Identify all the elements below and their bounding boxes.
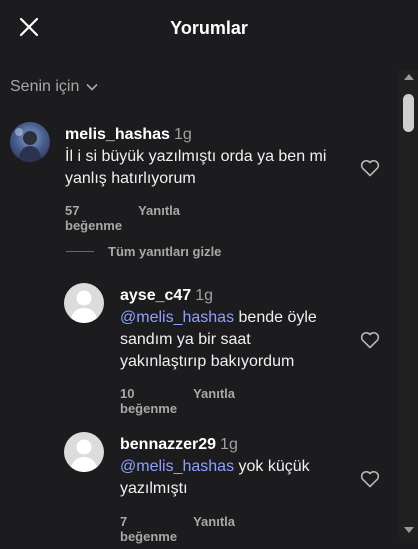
reply-text-line1: yok küçük [234, 458, 310, 475]
sort-filter-dropdown[interactable]: Senin için [10, 78, 99, 96]
comment-username[interactable]: melis_hashas [65, 126, 170, 143]
like-count[interactable]: 7 beğenme [120, 514, 177, 544]
reply-text-line2: yazılmıştı [120, 480, 188, 497]
avatar[interactable] [64, 283, 104, 323]
scroll-up-arrow-icon[interactable] [404, 74, 414, 80]
reply-username[interactable]: ayse_c47 [120, 287, 191, 304]
comment-text-line2: yanlış hatırlıyorum [65, 170, 196, 187]
like-count[interactable]: 10 beğenme [120, 386, 177, 416]
comment-time: 1g [173, 126, 192, 143]
mention-link[interactable]: @melis_hashas [120, 458, 234, 475]
heart-icon[interactable] [360, 470, 380, 488]
scrollbar-thumb[interactable] [403, 94, 414, 132]
reply-time: 1g [220, 436, 238, 453]
divider [66, 251, 94, 252]
avatar[interactable] [64, 432, 104, 472]
scroll-down-arrow-icon[interactable] [404, 527, 414, 533]
like-count[interactable]: 57 beğenme [65, 203, 122, 233]
reply-button[interactable]: Yanıtla [138, 203, 180, 233]
mention-link[interactable]: @melis_hashas [120, 309, 234, 326]
header: Yorumlar [0, 0, 418, 60]
reply-button[interactable]: Yanıtla [193, 386, 235, 416]
reply-text-line1: bende öyle [234, 309, 317, 326]
reply-text-line3: yakınlaştırıp bakıyordum [120, 353, 295, 370]
reply-username[interactable]: bennazzer29 [120, 436, 216, 453]
heart-icon[interactable] [360, 331, 380, 349]
scrollbar[interactable] [399, 70, 418, 541]
heart-icon[interactable] [360, 159, 380, 177]
hide-replies-button[interactable]: Tüm yanıtları gizle [66, 244, 221, 259]
default-avatar-icon [70, 439, 98, 472]
chevron-down-icon [86, 83, 98, 91]
reply-time: 1g [195, 287, 213, 304]
reply-text-line2: sandım ya bir saat [120, 331, 251, 348]
page-title: Yorumlar [170, 18, 248, 38]
reply-button[interactable]: Yanıtla [193, 514, 235, 544]
avatar[interactable] [10, 122, 50, 162]
default-avatar-icon [70, 290, 98, 323]
comment-text-line1: İl i si büyük yazılmıştı orda ya ben mi [65, 148, 327, 165]
avatar-photo [15, 128, 42, 162]
comments-panel: Yorumlar Senin için melis_hashas 1g İl i … [0, 0, 418, 549]
hide-replies-label: Tüm yanıtları gizle [108, 244, 222, 259]
filter-label: Senin için [10, 78, 80, 95]
